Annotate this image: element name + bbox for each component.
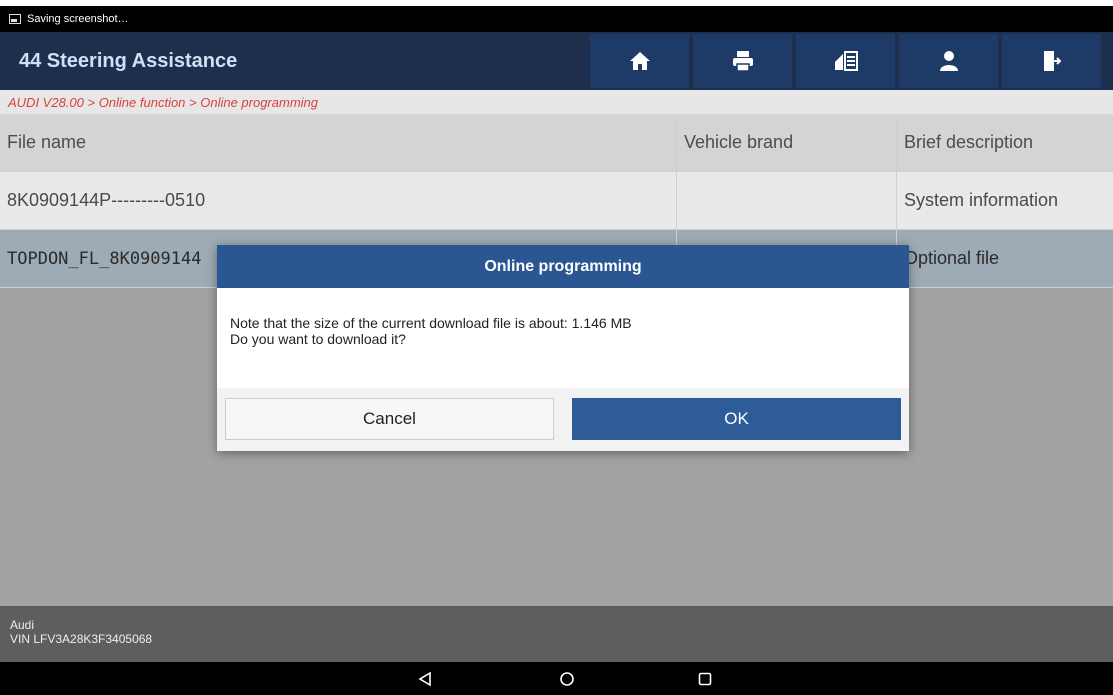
circle-home-icon bbox=[560, 671, 574, 686]
online-programming-dialog: Online programming Note that the size of… bbox=[217, 245, 909, 451]
print-icon bbox=[732, 51, 753, 72]
dialog-title: Online programming bbox=[217, 245, 909, 288]
file-name-cell: 8K0909144P---------0510 bbox=[7, 190, 206, 210]
page-title: 44 Steering Assistance bbox=[19, 49, 238, 72]
vehicle-info-footer: Audi VIN LFV3A28K3F3405068 bbox=[0, 606, 1113, 662]
dialog-button-bar: Cancel OK bbox=[217, 388, 909, 451]
home-icon bbox=[629, 52, 650, 70]
nav-home-button[interactable] bbox=[537, 662, 597, 695]
android-nav-bar bbox=[0, 662, 1113, 695]
screenshot-icon bbox=[9, 14, 21, 24]
exit-button[interactable] bbox=[1002, 34, 1101, 88]
toolbar bbox=[588, 32, 1103, 90]
column-brief-description: Brief description bbox=[896, 114, 1113, 171]
vehicle-make: Audi bbox=[10, 618, 35, 632]
vehicle-vin: VIN LFV3A28K3F3405068 bbox=[10, 632, 153, 646]
column-vehicle-brand: Vehicle brand bbox=[676, 114, 896, 171]
vehicle-brand-cell bbox=[676, 172, 896, 229]
app-header: 44 Steering Assistance bbox=[0, 32, 1113, 90]
print-button[interactable] bbox=[693, 34, 792, 88]
breadcrumb: AUDI V28.00 > Online function > Online p… bbox=[0, 90, 1113, 114]
back-button[interactable] bbox=[395, 662, 455, 695]
report-button[interactable] bbox=[796, 34, 895, 88]
cancel-button[interactable]: Cancel bbox=[225, 398, 554, 440]
column-file-name: File name bbox=[7, 132, 87, 152]
back-icon bbox=[418, 671, 431, 686]
dialog-message-line1: Note that the size of the current downlo… bbox=[230, 315, 632, 331]
description-cell: System information bbox=[896, 172, 1113, 229]
user-button[interactable] bbox=[899, 34, 998, 88]
dialog-message: Note that the size of the current downlo… bbox=[217, 288, 909, 388]
dialog-message-line2: Do you want to download it? bbox=[230, 331, 406, 347]
exit-icon bbox=[1043, 51, 1061, 71]
table-header: File name Vehicle brand Brief descriptio… bbox=[0, 114, 1113, 172]
user-icon bbox=[939, 51, 958, 71]
recents-button[interactable] bbox=[675, 662, 735, 695]
recents-icon bbox=[698, 672, 712, 685]
home-button[interactable] bbox=[590, 34, 689, 88]
app-screen: Saving screenshot… 44 Steering Assistanc… bbox=[0, 0, 1113, 695]
status-bar: Saving screenshot… bbox=[0, 6, 1113, 32]
table-row[interactable]: 8K0909144P---------0510 System informati… bbox=[0, 172, 1113, 230]
ok-button[interactable]: OK bbox=[572, 398, 901, 440]
report-icon bbox=[834, 51, 858, 71]
description-cell: Optional file bbox=[896, 230, 1113, 287]
status-notification: Saving screenshot… bbox=[27, 13, 129, 25]
